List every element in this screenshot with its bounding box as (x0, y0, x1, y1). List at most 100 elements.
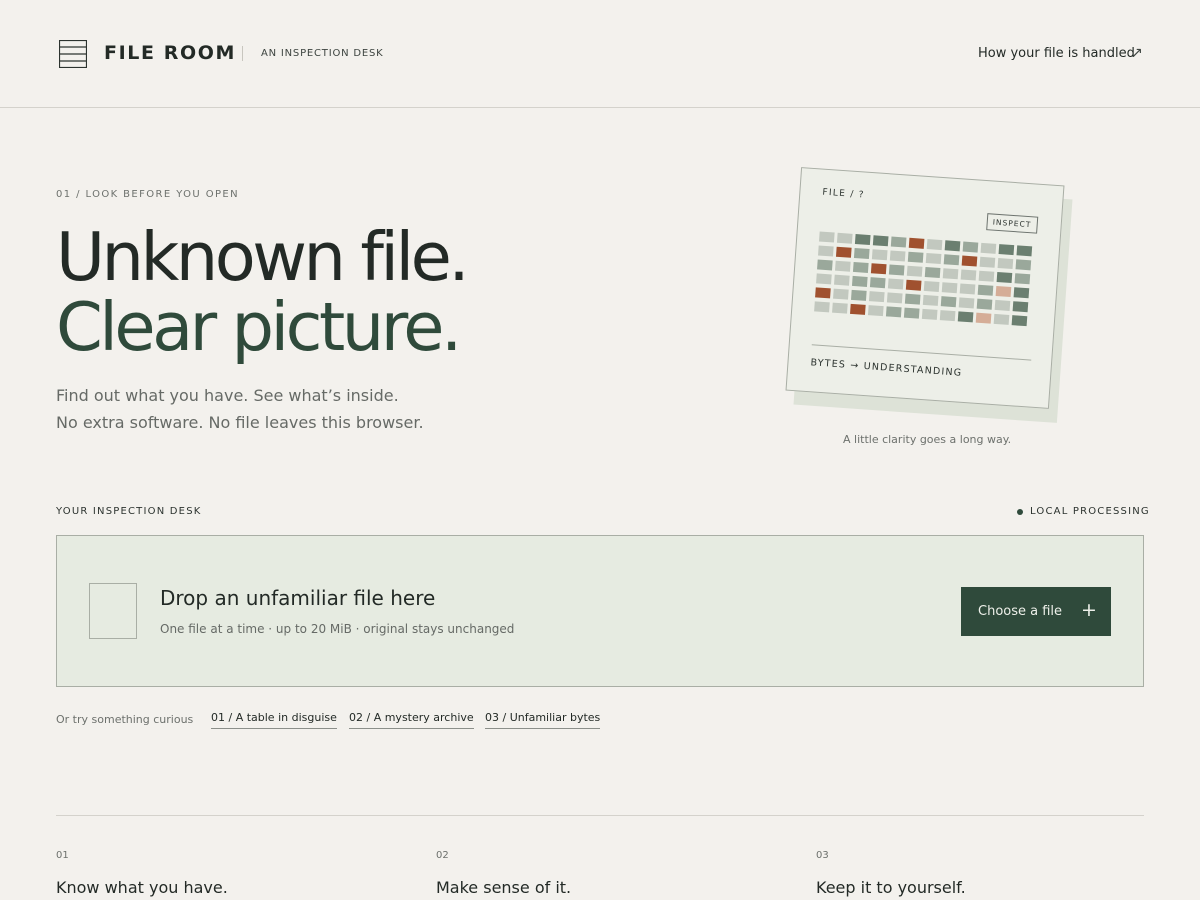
byte-cell (940, 296, 957, 308)
byte-cell (817, 259, 833, 271)
sample-link-table[interactable]: 01 / A table in disguise (211, 711, 337, 729)
byte-cell (1011, 315, 1028, 327)
byte-cell (977, 284, 994, 296)
sample-link-bytes[interactable]: 03 / Unfamiliar bytes (485, 711, 601, 729)
byte-cell (869, 277, 886, 289)
card-divider (811, 344, 1032, 361)
byte-cell (1016, 245, 1033, 257)
desk-title: YOUR INSPECTION DESK (56, 506, 202, 517)
byte-cell (958, 297, 975, 309)
byte-cell (959, 283, 976, 295)
byte-cell (818, 231, 835, 243)
file-dropzone[interactable]: Drop an unfamiliar file here One file at… (56, 535, 1144, 687)
byte-cell (1012, 301, 1029, 313)
sample-link-archive[interactable]: 02 / A mystery archive (349, 711, 474, 729)
file-card: FILE / ? INSPECT BYTES → UNDERSTANDING (785, 167, 1065, 409)
byte-cell (907, 251, 924, 263)
feature-title: Keep it to yourself. (816, 878, 966, 897)
byte-cell (975, 312, 992, 324)
byte-cell (835, 246, 852, 258)
dropzone-title: Drop an unfamiliar file here (160, 586, 436, 610)
inspect-stamp: INSPECT (986, 213, 1038, 234)
illustration-caption: A little clarity goes a long way. (843, 433, 1012, 446)
hero-headline-line1: Unknown file. (56, 218, 470, 296)
choose-file-button[interactable]: Choose a file + (961, 587, 1111, 636)
byte-cell (961, 255, 978, 267)
how-file-handled-link[interactable]: How your file is handled (978, 46, 1135, 61)
byte-cell (1015, 259, 1032, 271)
byte-cell (1014, 273, 1031, 285)
card-label: FILE / ? (822, 187, 866, 201)
byte-cell (962, 241, 979, 253)
choose-file-label: Choose a file (978, 604, 1063, 619)
byte-cell (943, 254, 960, 266)
byte-cell (906, 265, 923, 277)
byte-cell (834, 260, 851, 272)
byte-cell (1013, 287, 1030, 299)
byte-cell (905, 279, 922, 291)
byte-cell (850, 303, 866, 315)
brand-name[interactable]: FILE ROOM (104, 42, 236, 64)
byte-cell (993, 313, 1010, 325)
feature-number: 02 (436, 850, 449, 861)
site-header: FILE ROOM AN INSPECTION DESK How your fi… (0, 0, 1200, 108)
hero-eyebrow: 01 / LOOK BEFORE YOU OPEN (56, 189, 240, 200)
file-card-illustration: FILE / ? INSPECT BYTES → UNDERSTANDING (785, 167, 1073, 423)
byte-cell (836, 232, 853, 244)
byte-cell (853, 247, 870, 260)
byte-cell (939, 310, 956, 322)
plus-icon: + (1081, 599, 1097, 621)
byte-cell (922, 294, 939, 306)
byte-cell (870, 263, 887, 275)
byte-cell (995, 285, 1012, 297)
byte-cell (890, 236, 907, 248)
hero-subline-2: No extra software. No file leaves this b… (56, 413, 424, 432)
status-dot-icon (1017, 509, 1023, 515)
byte-cell (887, 278, 904, 290)
byte-cell (994, 299, 1011, 311)
byte-cell (926, 239, 943, 251)
card-footer: BYTES → UNDERSTANDING (810, 357, 963, 379)
byte-cell (957, 311, 974, 323)
byte-cell (871, 249, 888, 261)
byte-cell (925, 253, 942, 265)
file-placeholder-icon (89, 583, 137, 639)
features-divider (56, 815, 1144, 816)
byte-cell (814, 301, 830, 313)
byte-cell (923, 280, 940, 292)
local-processing-status: LOCAL PROCESSING (1030, 506, 1150, 517)
byte-cell (815, 287, 831, 299)
byte-cell (941, 282, 958, 294)
byte-cell (868, 291, 885, 303)
hero-subline-1: Find out what you have. See what’s insid… (56, 386, 399, 405)
byte-grid (814, 231, 1033, 327)
byte-cell (924, 266, 941, 279)
file-stack-icon (59, 40, 87, 68)
byte-cell (979, 256, 996, 268)
byte-cell (886, 292, 903, 304)
byte-cell (996, 272, 1013, 284)
byte-cell (997, 258, 1014, 270)
byte-cell (942, 268, 959, 280)
samples-label: Or try something curious (56, 713, 194, 726)
feature-number: 01 (56, 850, 69, 861)
dropzone-subtitle: One file at a time · up to 20 MiB · orig… (160, 622, 515, 636)
byte-cell (978, 270, 995, 282)
arrow-up-right-icon[interactable]: ↗ (1131, 45, 1143, 61)
byte-cell (921, 308, 938, 320)
byte-cell (960, 269, 977, 281)
byte-cell (980, 242, 997, 254)
byte-cell (872, 235, 889, 247)
byte-cell (903, 307, 920, 319)
byte-cell (867, 305, 884, 317)
byte-cell (908, 237, 925, 249)
brand-divider (242, 46, 243, 61)
byte-cell (834, 274, 850, 286)
byte-cell (889, 250, 906, 262)
byte-cell (850, 289, 867, 301)
feature-title: Know what you have. (56, 878, 228, 897)
byte-cell (816, 273, 832, 285)
feature-number: 03 (816, 850, 829, 861)
hero-headline-line2: Clear picture. (56, 288, 462, 366)
byte-cell (888, 264, 905, 276)
